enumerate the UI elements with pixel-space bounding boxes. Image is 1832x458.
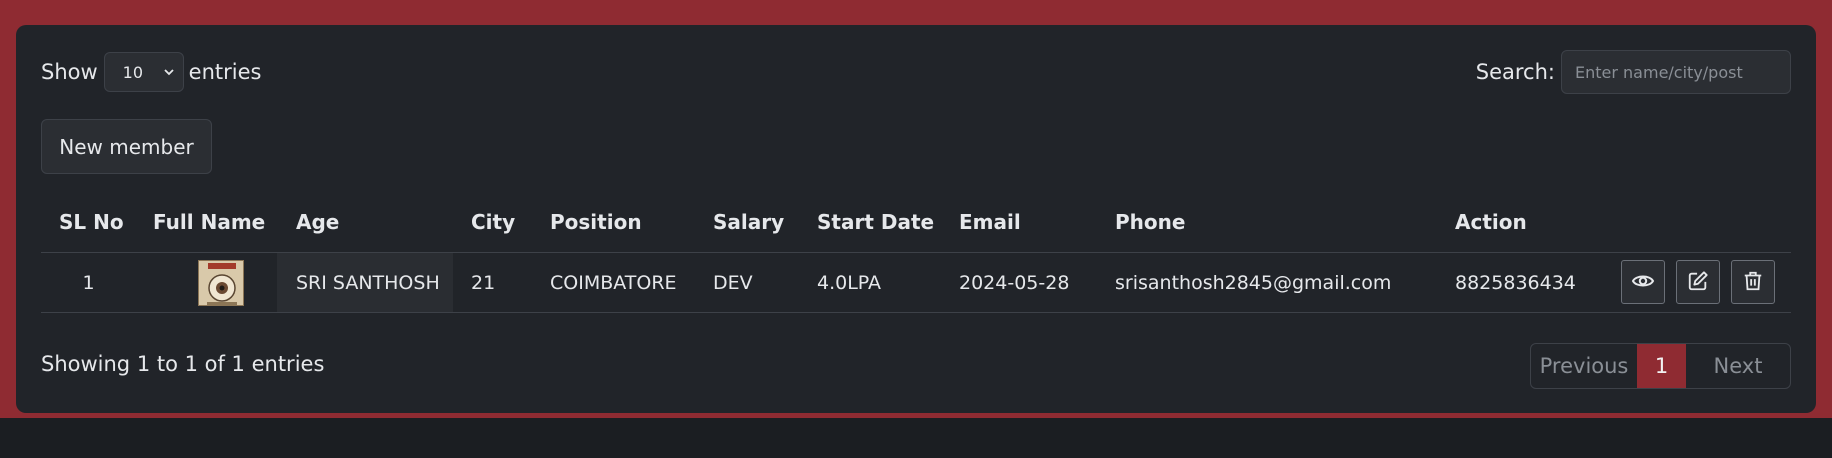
table-info: Showing 1 to 1 of 1 entries — [41, 352, 325, 376]
delete-button[interactable] — [1731, 260, 1775, 304]
next-button[interactable]: Next — [1686, 344, 1790, 388]
members-card: Show 10 entries Search: New member SL No… — [16, 25, 1816, 413]
row-salary: 4.0LPA — [817, 271, 882, 294]
trash-icon — [1742, 270, 1764, 295]
entries-length-control: Show 10 entries — [41, 52, 261, 92]
edit-icon — [1687, 270, 1709, 295]
table-row: 1 SRI SANTHOSH 21 COIMBATORE DEV 4.0LPA … — [41, 252, 1791, 313]
page-bottom — [0, 418, 1832, 458]
search-label: Search: — [1475, 60, 1555, 84]
row-position: DEV — [713, 271, 753, 294]
header-email: Email — [959, 210, 1021, 234]
eye-icon — [1631, 269, 1655, 296]
header-position: Position — [550, 210, 642, 234]
previous-button[interactable]: Previous — [1531, 344, 1637, 388]
header-sl-no: SL No — [59, 210, 124, 234]
header-phone: Phone — [1115, 210, 1186, 234]
header-full-name: Full Name — [153, 210, 266, 234]
view-button[interactable] — [1621, 260, 1665, 304]
row-start-date: 2024-05-28 — [959, 271, 1070, 294]
header-action: Action — [1455, 210, 1527, 234]
new-member-button[interactable]: New member — [41, 119, 212, 174]
row-age: 21 — [471, 271, 496, 294]
search-control: Search: — [1476, 50, 1791, 94]
header-salary: Salary — [713, 210, 785, 234]
row-phone: 8825836434 — [1455, 271, 1576, 294]
entries-select[interactable]: 10 — [103, 52, 184, 92]
header-start-date: Start Date — [817, 210, 935, 234]
header-city: City — [471, 210, 516, 234]
row-email: srisanthosh2845@gmail.com — [1115, 271, 1392, 294]
members-table: SL No Full Name Age City Position Salary… — [41, 200, 1791, 313]
edit-button[interactable] — [1676, 260, 1720, 304]
row-sl-no: 1 — [82, 271, 95, 294]
page-1-button[interactable]: 1 — [1637, 344, 1686, 388]
avatar-image — [198, 259, 244, 306]
entries-label: entries — [188, 60, 262, 84]
chevron-down-icon — [163, 63, 175, 82]
search-input[interactable] — [1561, 50, 1791, 94]
avatar — [198, 253, 244, 312]
row-city: COIMBATORE — [550, 271, 677, 294]
table-header: SL No Full Name Age City Position Salary… — [41, 200, 1791, 252]
pagination: Previous 1 Next — [1530, 343, 1791, 389]
header-age: Age — [296, 210, 340, 234]
show-label: Show — [41, 60, 98, 84]
row-full-name: SRI SANTHOSH — [277, 253, 453, 312]
entries-select-value: 10 — [122, 62, 144, 82]
